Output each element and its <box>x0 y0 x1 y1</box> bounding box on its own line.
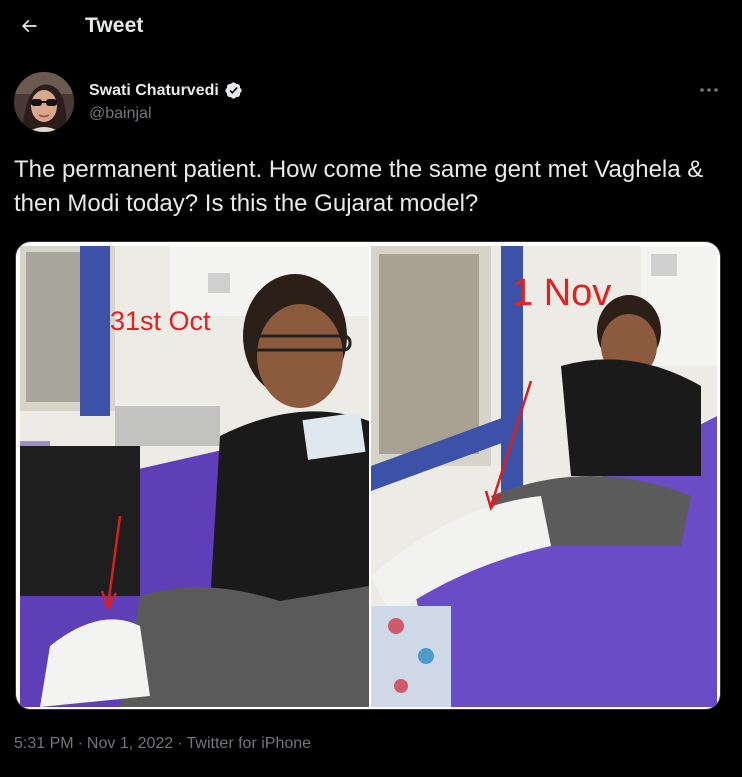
page-title: Tweet <box>85 14 144 37</box>
avatar-image <box>14 72 74 132</box>
date-label-left: 31st Oct <box>110 306 211 336</box>
user-handle[interactable]: @bainjal <box>89 105 152 123</box>
tweet-date[interactable]: Nov 1, 2022 <box>87 735 173 753</box>
top-bar: Tweet <box>0 0 742 53</box>
tweet-meta: 5:31 PM · Nov 1, 2022 · Twitter for iPho… <box>14 735 311 753</box>
more-button[interactable] <box>696 80 722 100</box>
hospital-photo-right <box>371 246 717 707</box>
tweet-media[interactable]: 31st Oct 1 Nov <box>15 241 721 710</box>
verified-badge-icon <box>225 82 242 99</box>
more-dots-icon <box>700 88 718 92</box>
back-button[interactable] <box>12 9 46 43</box>
photo-left[interactable]: 31st Oct <box>20 246 369 707</box>
date-label-right: 1 Nov <box>512 272 612 314</box>
photo-right[interactable]: 1 Nov <box>371 246 717 707</box>
separator: · <box>77 735 83 752</box>
tweet-source[interactable]: Twitter for iPhone <box>187 735 312 753</box>
display-name[interactable]: Swati Chaturvedi <box>89 82 219 100</box>
tweet-time[interactable]: 5:31 PM <box>14 735 74 753</box>
author-name-row: Swati Chaturvedi <box>89 81 243 100</box>
tweet-text: The permanent patient. How come the same… <box>14 156 704 217</box>
separator: · <box>177 735 183 752</box>
arrow-left-icon <box>21 19 37 33</box>
tweet-author: Swati Chaturvedi @bainjal <box>14 72 728 134</box>
avatar[interactable] <box>14 72 74 132</box>
